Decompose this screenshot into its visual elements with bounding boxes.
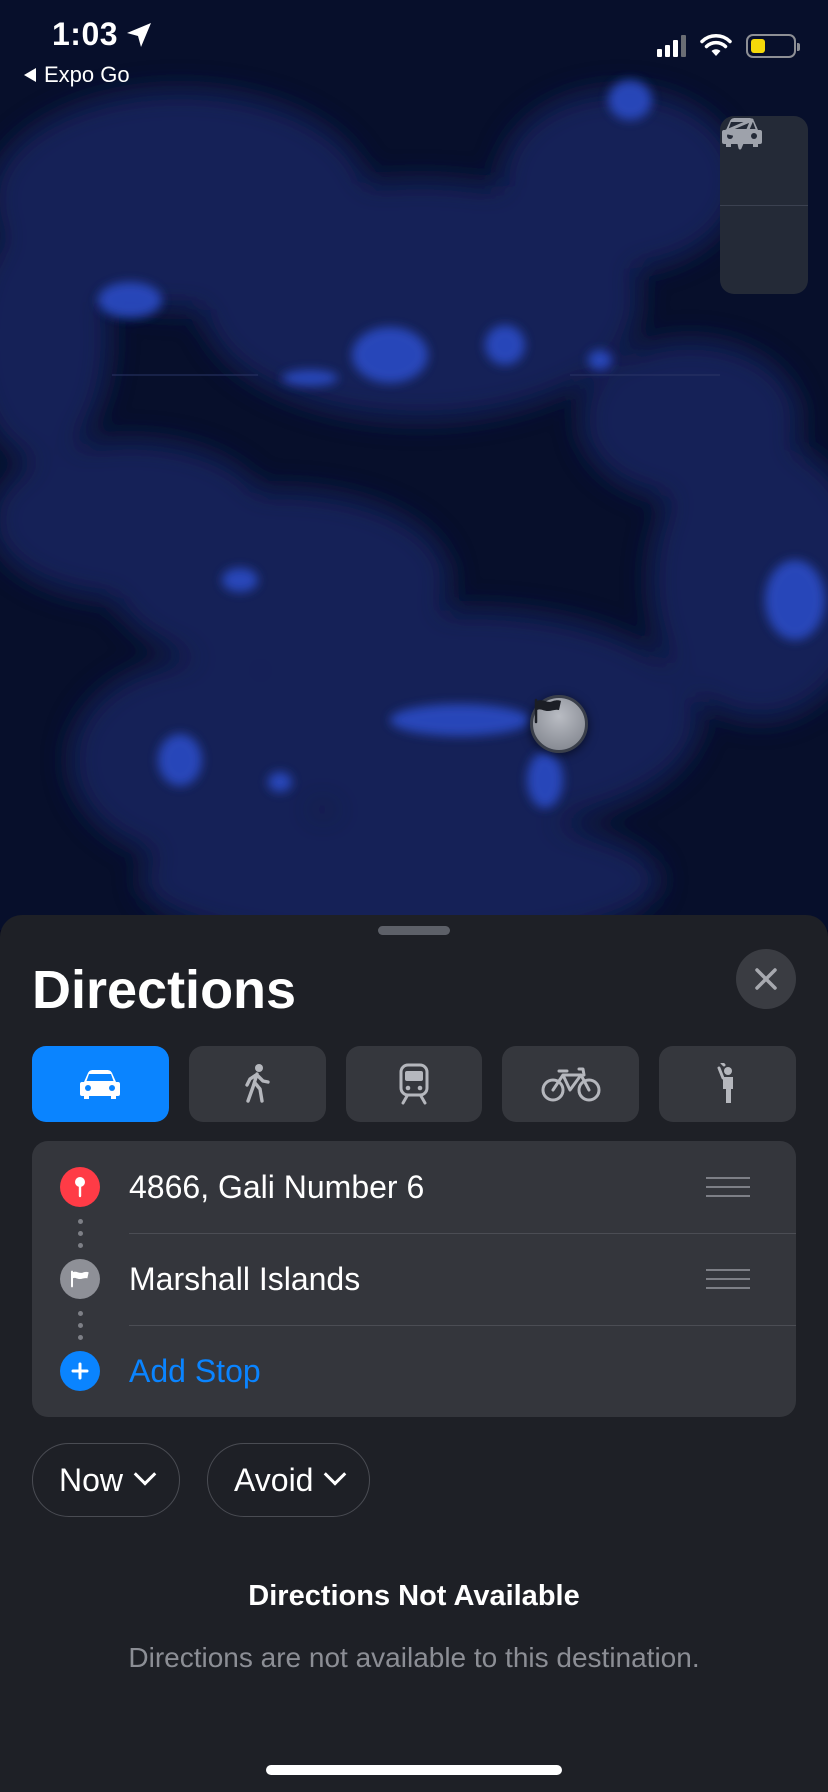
status-time: 1:03 bbox=[52, 16, 119, 52]
close-icon bbox=[755, 968, 777, 990]
destination-label: Marshall Islands bbox=[129, 1260, 361, 1297]
route-destination-row[interactable]: Marshall Islands bbox=[32, 1233, 796, 1325]
pin-icon bbox=[75, 1177, 85, 1198]
back-to-app-link[interactable]: Expo Go bbox=[24, 62, 130, 88]
rideshare-icon bbox=[717, 1063, 733, 1103]
current-location-button[interactable] bbox=[720, 118, 808, 294]
home-indicator[interactable] bbox=[266, 1765, 562, 1775]
origin-marker bbox=[60, 1167, 100, 1207]
add-stop-marker bbox=[60, 1351, 100, 1391]
bicycle-icon bbox=[541, 1067, 601, 1102]
reorder-handle-icon[interactable] bbox=[706, 1262, 750, 1296]
add-stop-label: Add Stop bbox=[129, 1352, 261, 1389]
destination-pin[interactable] bbox=[530, 695, 588, 753]
close-button[interactable] bbox=[736, 949, 796, 1009]
flag-icon bbox=[534, 698, 561, 724]
sheet-title: Directions bbox=[32, 960, 297, 1020]
status-indicators bbox=[657, 34, 800, 58]
plus-icon bbox=[71, 1362, 89, 1380]
back-app-label: Expo Go bbox=[44, 62, 130, 87]
avoid-options-button[interactable]: Avoid bbox=[207, 1443, 371, 1517]
departure-time-button[interactable]: Now bbox=[32, 1443, 181, 1517]
flag-icon bbox=[71, 1270, 89, 1288]
message-body: Directions are not available to this des… bbox=[128, 1642, 700, 1673]
avoid-label: Avoid bbox=[234, 1461, 314, 1498]
transit-icon bbox=[399, 1063, 429, 1105]
mode-walk-button[interactable] bbox=[188, 1046, 326, 1122]
chevron-down-icon bbox=[324, 1463, 347, 1486]
location-services-icon bbox=[127, 23, 151, 47]
origin-label: 4866, Gali Number 6 bbox=[129, 1168, 425, 1205]
battery-level bbox=[751, 39, 766, 53]
route-origin-row[interactable]: 4866, Gali Number 6 bbox=[32, 1141, 796, 1233]
message-title: Directions Not Available bbox=[248, 1580, 580, 1612]
mode-transit-button[interactable] bbox=[345, 1046, 483, 1122]
back-triangle-icon bbox=[24, 68, 36, 82]
battery-icon bbox=[746, 34, 800, 58]
transport-mode-selector bbox=[32, 1046, 796, 1122]
map-terrain bbox=[0, 0, 828, 930]
wifi-icon bbox=[700, 34, 732, 56]
mode-drive-button[interactable] bbox=[32, 1046, 169, 1122]
map-view[interactable] bbox=[0, 0, 828, 930]
directions-sheet: Directions 4866, Gali Number 6 Marshall … bbox=[0, 915, 828, 1792]
location-arrow-icon bbox=[722, 118, 754, 150]
departure-time-label: Now bbox=[59, 1461, 124, 1498]
route-card: 4866, Gali Number 6 Marshall Islands Add… bbox=[32, 1141, 796, 1417]
car-icon bbox=[80, 1070, 121, 1099]
walk-icon bbox=[245, 1064, 270, 1103]
mode-rideshare-button[interactable] bbox=[659, 1046, 796, 1122]
add-stop-row[interactable]: Add Stop bbox=[32, 1325, 796, 1417]
sheet-grabber[interactable] bbox=[378, 926, 450, 935]
map-controls bbox=[720, 116, 808, 294]
mode-cycle-button[interactable] bbox=[502, 1046, 640, 1122]
reorder-handle-icon[interactable] bbox=[706, 1170, 750, 1204]
cellular-signal-icon bbox=[657, 35, 686, 57]
chevron-down-icon bbox=[133, 1463, 157, 1486]
destination-marker bbox=[60, 1259, 100, 1299]
